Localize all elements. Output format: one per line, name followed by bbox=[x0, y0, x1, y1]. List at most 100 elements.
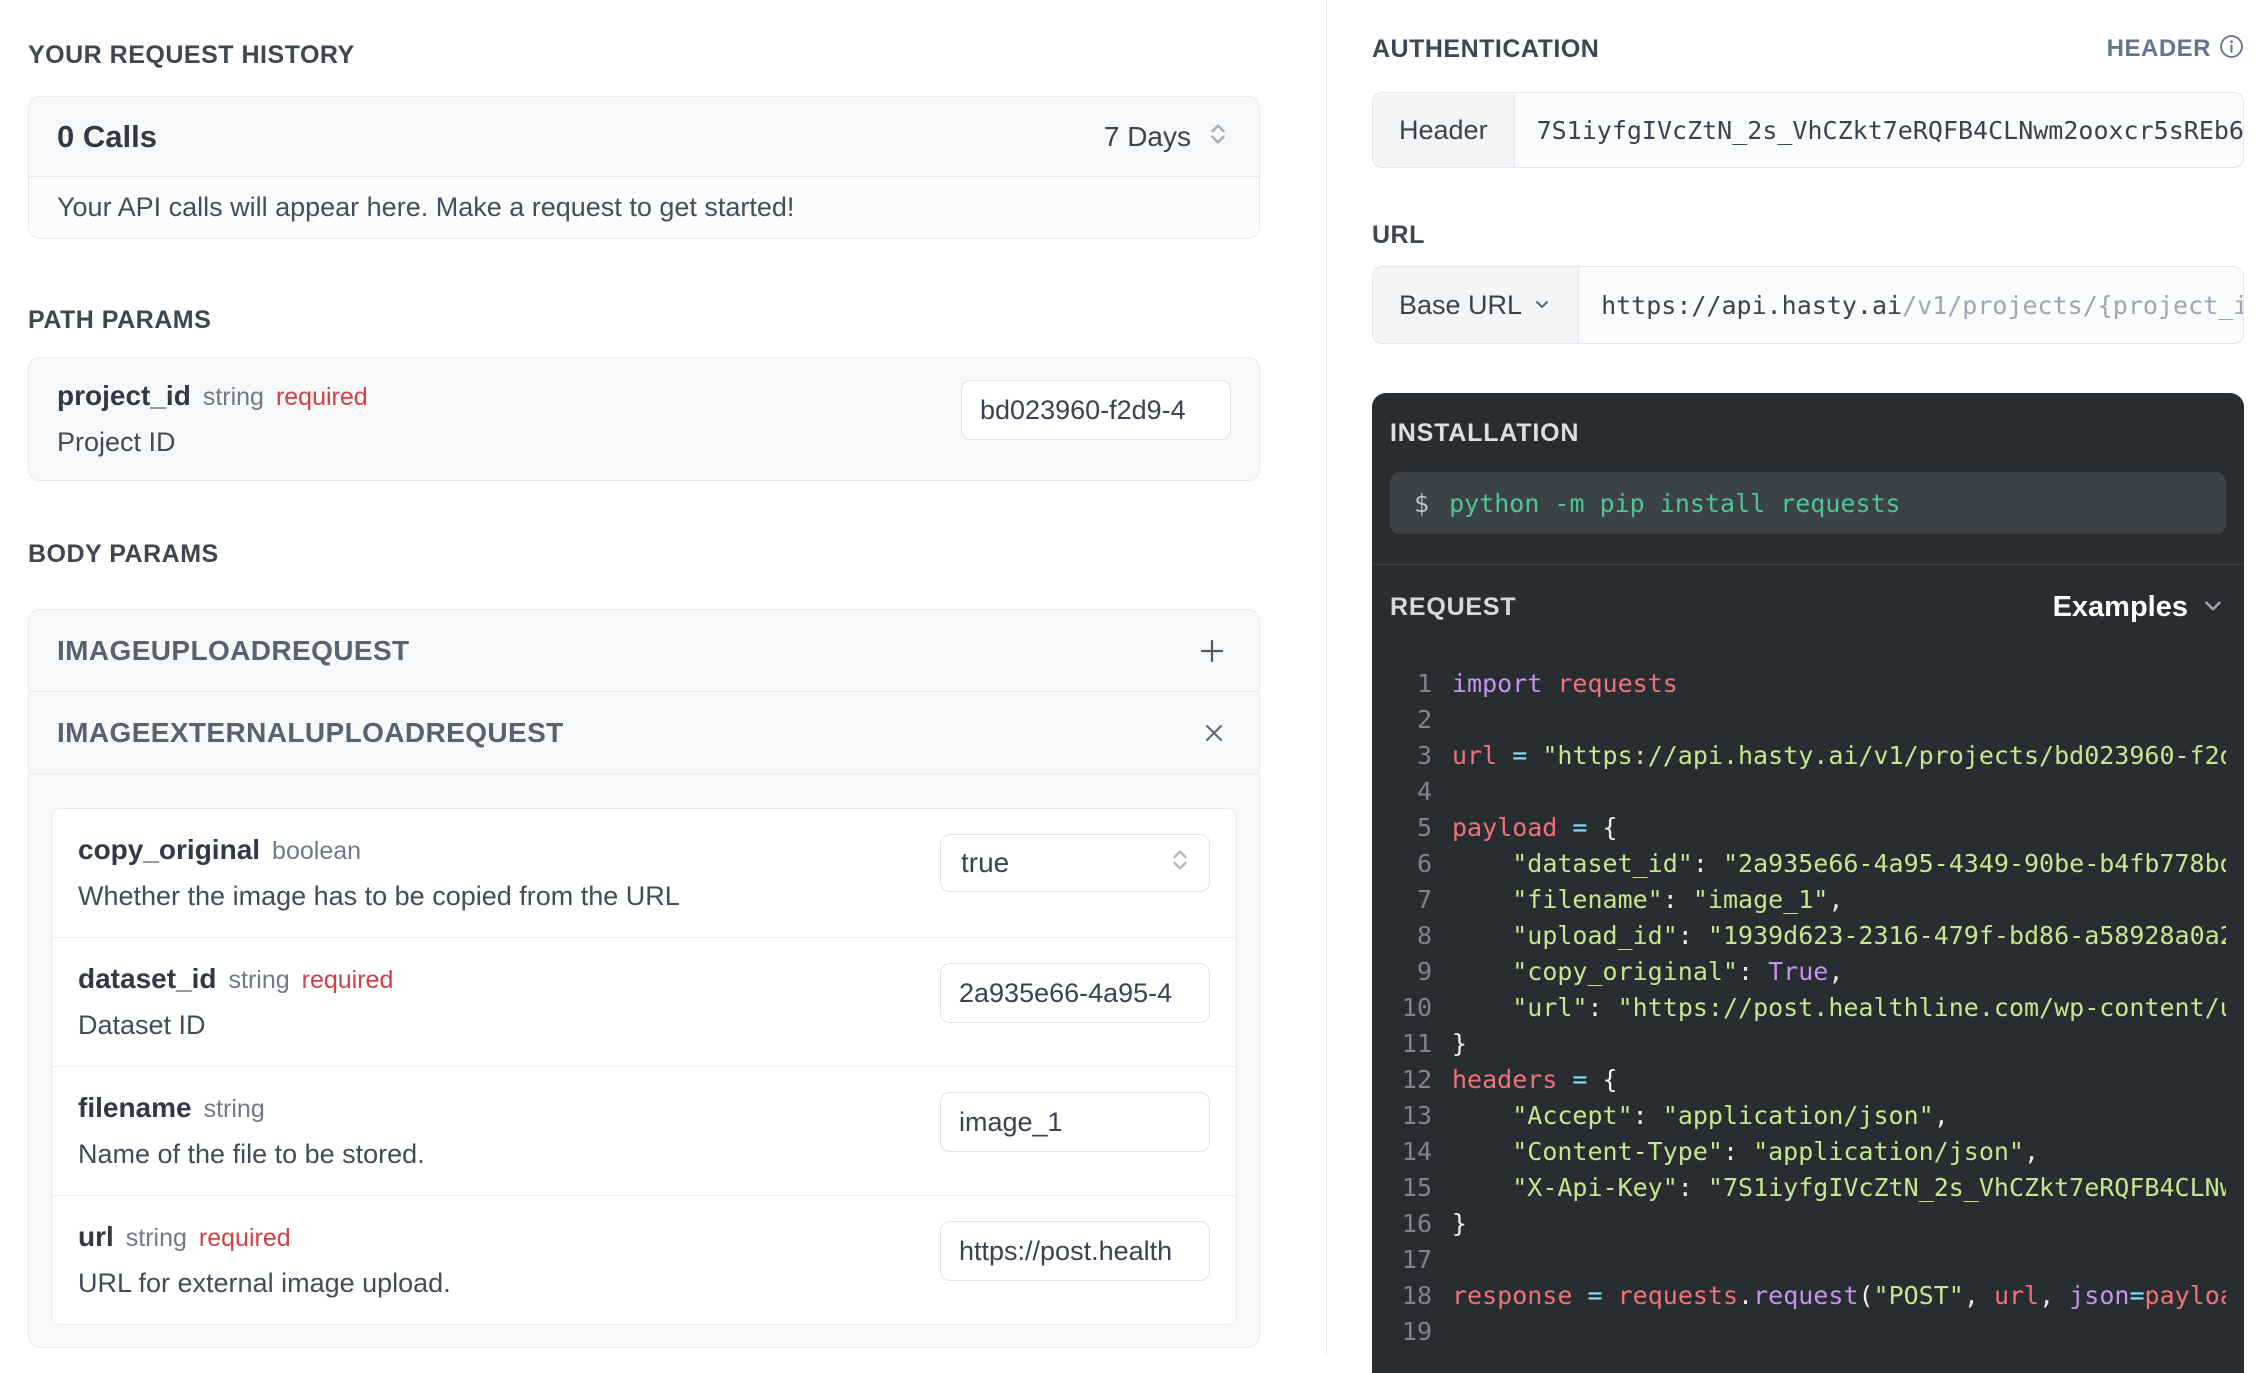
path-params-title: PATH PARAMS bbox=[28, 306, 212, 334]
examples-label: Examples bbox=[2052, 591, 2188, 623]
param-type: string bbox=[125, 1224, 187, 1252]
close-icon bbox=[1201, 724, 1227, 749]
code-line: 5 payload = { bbox=[1416, 813, 1618, 842]
copy-original-value: true bbox=[961, 847, 1010, 878]
request-history-empty-message: Your API calls will appear here. Make a … bbox=[29, 177, 1259, 238]
code-line: 2 bbox=[1416, 705, 1432, 734]
request-history-header: 0 Calls 7 Days bbox=[29, 97, 1259, 177]
endpoint-base-url: https://api.hasty.ai bbox=[1601, 290, 1903, 320]
install-command-box[interactable]: $ python -m pip install requests bbox=[1390, 472, 2226, 534]
code-line: 7 "filename": "image_1", bbox=[1416, 885, 1844, 914]
code-line: 14 "Content-Type": "application/json", bbox=[1401, 1137, 2040, 1166]
field-row-url: url string required URL for external ima… bbox=[52, 1196, 1236, 1324]
request-history-box: 0 Calls 7 Days Your API calls will appea… bbox=[28, 96, 1260, 239]
install-command: python -m pip install requests bbox=[1449, 488, 1901, 518]
param-type: string bbox=[228, 966, 290, 994]
add-schema-button[interactable] bbox=[1193, 632, 1231, 670]
chevron-down-icon bbox=[2200, 593, 2226, 622]
code-line: 1 import requests bbox=[1416, 669, 1678, 698]
param-required-badge: required bbox=[198, 1224, 291, 1252]
field-row-filename: filename string Name of the file to be s… bbox=[52, 1067, 1236, 1196]
body-params-title: BODY PARAMS bbox=[28, 540, 219, 568]
param-required-badge: required bbox=[275, 383, 368, 411]
column-divider bbox=[1326, 0, 1327, 1354]
authentication-row: AUTHENTICATION HEADER bbox=[1372, 34, 2244, 64]
field-row-copy-original: copy_original boolean Whether the image … bbox=[52, 809, 1236, 938]
filename-input[interactable] bbox=[940, 1092, 1210, 1152]
code-line: 15 "X-Api-Key": "7S1iyfgIVcZtN_2s_VhCZkt… bbox=[1401, 1173, 2226, 1202]
project-id-input[interactable] bbox=[961, 380, 1231, 440]
code-line: 6 "dataset_id": "2a935e66-4a95-4349-90be… bbox=[1416, 849, 2226, 878]
code-line: 8 "upload_id": "1939d623-2316-479f-bd86-… bbox=[1416, 921, 2226, 950]
schema-row-imageexternaluploadrequest: IMAGEEXTERNALUPLOADREQUEST bbox=[29, 692, 1259, 774]
code-block[interactable]: 1 import requests 2 3 url = "https://api.has… bbox=[1390, 666, 2226, 1350]
calls-count: 0 Calls bbox=[57, 118, 157, 154]
dataset-id-input[interactable] bbox=[940, 963, 1210, 1023]
shell-prompt: $ bbox=[1414, 488, 1430, 518]
base-url-select[interactable]: Base URL bbox=[1373, 267, 1580, 343]
code-line: 13 "Accept": "application/json", bbox=[1401, 1101, 1949, 1130]
path-params-box: project_id string required Project ID bbox=[28, 357, 1260, 481]
code-line: 3 url = "https://api.hasty.ai/v1/projects… bbox=[1416, 741, 2226, 770]
schema-label: IMAGEUPLOADREQUEST bbox=[57, 634, 410, 666]
panel-divider bbox=[1372, 564, 2244, 565]
body-params-box: IMAGEUPLOADREQUEST IMAGEEXTERNALUPLOADRE… bbox=[28, 609, 1260, 1348]
chevron-down-icon bbox=[1532, 290, 1552, 321]
param-name: url bbox=[78, 1221, 114, 1252]
info-icon[interactable] bbox=[2219, 34, 2244, 64]
time-range-select[interactable]: 7 Days bbox=[1104, 121, 1231, 153]
param-description: Dataset ID bbox=[78, 1010, 206, 1040]
param-name: dataset_id bbox=[78, 963, 217, 994]
code-line: 10 "url": "https://post.healthline.com/w… bbox=[1401, 993, 2226, 1022]
param-description: Name of the file to be stored. bbox=[78, 1139, 425, 1169]
url-input[interactable] bbox=[940, 1221, 1210, 1281]
installation-title: INSTALLATION bbox=[1390, 419, 1580, 447]
remove-schema-button[interactable] bbox=[1197, 716, 1231, 750]
time-range-value: 7 Days bbox=[1103, 120, 1191, 152]
param-project-id: project_id string required Project ID bbox=[57, 380, 368, 458]
auth-mode-toggle[interactable]: HEADER bbox=[2107, 34, 2244, 64]
chevron-up-down-icon bbox=[1205, 121, 1231, 152]
param-required-badge: required bbox=[301, 966, 394, 994]
code-line: 17 bbox=[1401, 1245, 1432, 1274]
code-line: 4 bbox=[1416, 777, 1432, 806]
request-row: REQUEST Examples bbox=[1390, 591, 2226, 624]
request-history-title: YOUR REQUEST HISTORY bbox=[28, 41, 355, 69]
body-fields-card: copy_original boolean Whether the image … bbox=[51, 808, 1237, 1325]
auth-mode-label: HEADER bbox=[2106, 35, 2211, 62]
param-description: Whether the image has to be copied from … bbox=[78, 881, 680, 911]
code-line: 16} bbox=[1401, 1209, 1468, 1238]
endpoint-url-cell: https://api.hasty.ai/v1/projects/{projec… bbox=[1579, 267, 2243, 343]
param-type: boolean bbox=[272, 837, 362, 865]
endpoint-path-suffix: /v1/projects/{project_id}/ bbox=[1902, 290, 2243, 320]
schema-label: IMAGEEXTERNALUPLOADREQUEST bbox=[57, 716, 564, 748]
chevron-up-down-icon bbox=[1167, 847, 1193, 880]
code-column: AUTHENTICATION HEADER Header 7S1iyfgIVcZ… bbox=[1372, 0, 2244, 1373]
param-type: string bbox=[202, 383, 264, 411]
param-name: project_id bbox=[57, 380, 191, 411]
examples-dropdown[interactable]: Examples bbox=[2053, 591, 2226, 624]
param-type: string bbox=[203, 1095, 265, 1123]
plus-icon bbox=[1197, 639, 1227, 669]
url-bar: Base URL https://api.hasty.ai/v1/project… bbox=[1372, 266, 2244, 344]
field-row-dataset-id: dataset_id string required Dataset ID bbox=[52, 938, 1236, 1067]
param-name: copy_original bbox=[78, 834, 261, 865]
code-panel: INSTALLATION $ python -m pip install req… bbox=[1372, 393, 2244, 1373]
code-line: 12 headers = { bbox=[1401, 1065, 1618, 1094]
auth-token-cell[interactable]: 7S1iyfgIVcZtN_2s_VhCZkt7eRQFB4CLNwm2ooxc… bbox=[1515, 93, 2243, 167]
auth-header-key: Header bbox=[1373, 93, 1515, 167]
copy-original-select[interactable]: true bbox=[940, 834, 1210, 892]
schema-row-imageuploadrequest: IMAGEUPLOADREQUEST bbox=[29, 610, 1259, 692]
url-section-title: URL bbox=[1372, 221, 1425, 249]
api-reference-page: YOUR REQUEST HISTORY 0 Calls 7 Days Your… bbox=[0, 0, 2264, 1373]
param-name: filename bbox=[78, 1092, 192, 1123]
base-url-label: Base URL bbox=[1399, 289, 1523, 320]
auth-header-box: Header 7S1iyfgIVcZtN_2s_VhCZkt7eRQFB4CLN… bbox=[1372, 92, 2244, 168]
param-description: Project ID bbox=[57, 427, 176, 457]
authentication-title: AUTHENTICATION bbox=[1372, 35, 1600, 63]
request-title: REQUEST bbox=[1390, 593, 1517, 621]
code-line: 9 "copy_original": True, bbox=[1416, 957, 1844, 986]
auth-token-value: 7S1iyfgIVcZtN_2s_VhCZkt7eRQFB4CLNwm2ooxc… bbox=[1536, 115, 2243, 145]
code-line: 11} bbox=[1401, 1029, 1468, 1058]
code-line: 19 bbox=[1401, 1317, 1432, 1346]
